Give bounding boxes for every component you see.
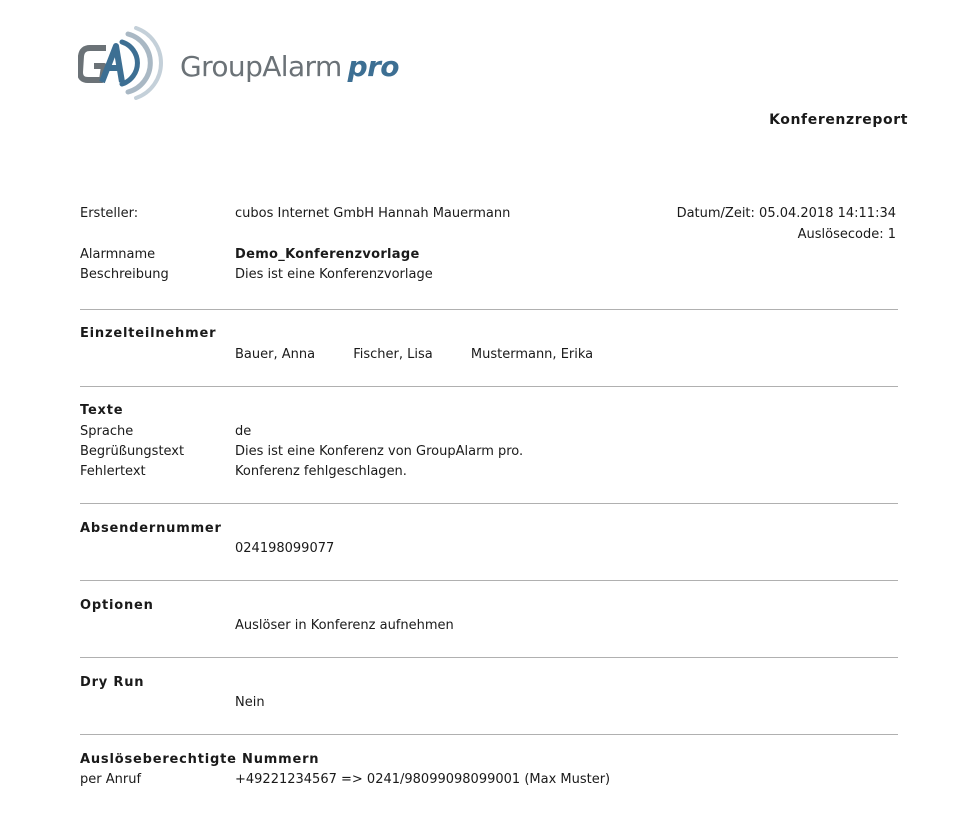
description-label: Beschreibung (80, 267, 169, 282)
separator (80, 657, 898, 658)
brand-name-suffix: pro (347, 50, 400, 83)
alarm-name-label: Alarmname (80, 247, 156, 262)
creator-label: Ersteller: (80, 206, 139, 221)
per-call-label: per Anruf (80, 772, 142, 787)
brand-name: GroupAlarm pro (180, 50, 400, 83)
sender-heading: Absendernummer (80, 521, 222, 536)
authorized-numbers-heading: Auslöseberechtigte Nummern (80, 752, 320, 767)
separator (80, 386, 898, 387)
separator (80, 734, 898, 735)
description-value: Dies ist eine Konferenzvorlage (235, 267, 433, 282)
sender-number: 024198099077 (235, 541, 335, 556)
separator (80, 503, 898, 504)
texts-heading: Texte (80, 403, 124, 418)
greeting-label: Begrüßungstext (80, 444, 185, 459)
brand-name-main: GroupAlarm (180, 50, 342, 83)
participants-heading: Einzelteilnehmer (80, 326, 217, 341)
report-title: Konferenzreport (769, 112, 908, 128)
groupalarm-logo: GroupAlarm pro (78, 26, 400, 100)
per-call-value: +49221234567 => 0241/98099098099001 (Max… (235, 772, 611, 787)
dry-run-value: Nein (235, 695, 265, 710)
separator (80, 580, 898, 581)
separator (80, 309, 898, 310)
participant-name: Bauer, Anna (235, 347, 316, 362)
participant-name: Mustermann, Erika (470, 347, 594, 362)
error-text-value: Konferenz fehlgeschlagen. (235, 464, 407, 479)
participant-name: Fischer, Lisa (353, 347, 433, 362)
alarm-name-value: Demo_Konferenzvorlage (235, 247, 420, 262)
greeting-value: Dies ist eine Konferenz von GroupAlarm p… (235, 444, 524, 459)
groupalarm-logo-mark-icon (78, 26, 163, 100)
error-text-label: Fehlertext (80, 464, 146, 479)
options-heading: Optionen (80, 598, 154, 613)
dry-run-heading: Dry Run (80, 675, 145, 690)
options-value: Auslöser in Konferenz aufnehmen (235, 618, 454, 633)
datetime: Datum/Zeit: 05.04.2018 14:11:34 (676, 206, 896, 221)
language-label: Sprache (80, 424, 134, 439)
creator-value: cubos Internet GmbH Hannah Mauermann (235, 206, 511, 221)
trigger-code: Auslösecode: 1 (797, 227, 896, 242)
participants-list: Bauer, Anna Fischer, Lisa Mustermann, Er… (235, 348, 593, 361)
language-value: de (235, 424, 252, 439)
